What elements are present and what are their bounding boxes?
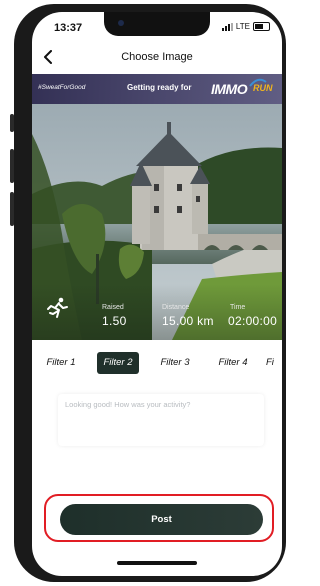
filter-5[interactable]: Fi — [266, 352, 282, 374]
network-label: LTE — [235, 22, 250, 31]
activity-photo[interactable]: #SweatForGood Getting ready for IMMO RUN… — [32, 74, 282, 340]
activity-stats: Raised 1.50 Distance 15.00 km Time 02:00… — [32, 284, 282, 340]
signal-icon — [221, 22, 233, 31]
filter-3[interactable]: Filter 3 — [154, 352, 196, 374]
volume-up-button — [10, 149, 14, 183]
logo-text: IMMO — [211, 81, 248, 97]
distance-value: 15.00 km — [162, 314, 214, 328]
status-icons: LTE — [221, 22, 270, 31]
caption-input[interactable]: Looking good! How was your activity? — [58, 394, 264, 446]
notch — [104, 12, 210, 36]
battery-icon — [253, 22, 270, 31]
filter-4[interactable]: Filter 4 — [212, 352, 254, 374]
volume-down-button — [10, 192, 14, 226]
immorun-logo: IMMO RUN — [209, 78, 281, 100]
filter-strip: Filter 1 Filter 2 Filter 3 Filter 4 Fi — [32, 340, 282, 384]
raised-label: Raised — [102, 304, 124, 311]
hashtag-text: #SweatForGood — [38, 84, 86, 91]
time-label: Time — [230, 304, 246, 311]
filter-2[interactable]: Filter 2 — [97, 352, 139, 374]
nav-bar: Choose Image — [32, 46, 282, 70]
app-screen: 13:37 LTE Choose Image #SweatForGood Get… — [32, 12, 282, 576]
post-button[interactable]: Post — [60, 504, 263, 535]
time-value: 02:00:00 — [228, 314, 278, 328]
page-title: Choose Image — [121, 51, 193, 63]
home-indicator — [117, 561, 197, 565]
banner-text: Getting ready for — [127, 83, 192, 92]
status-bar: 13:37 LTE — [32, 12, 282, 42]
logo-mark-icon — [249, 78, 267, 87]
event-banner: #SweatForGood Getting ready for IMMO RUN — [32, 74, 282, 104]
raised-value: 1.50 — [102, 314, 127, 328]
camera-dot — [118, 20, 124, 26]
status-time: 13:37 — [54, 22, 83, 34]
silent-switch — [10, 114, 14, 132]
distance-label: Distance — [162, 304, 190, 311]
filter-1[interactable]: Filter 1 — [40, 352, 82, 374]
